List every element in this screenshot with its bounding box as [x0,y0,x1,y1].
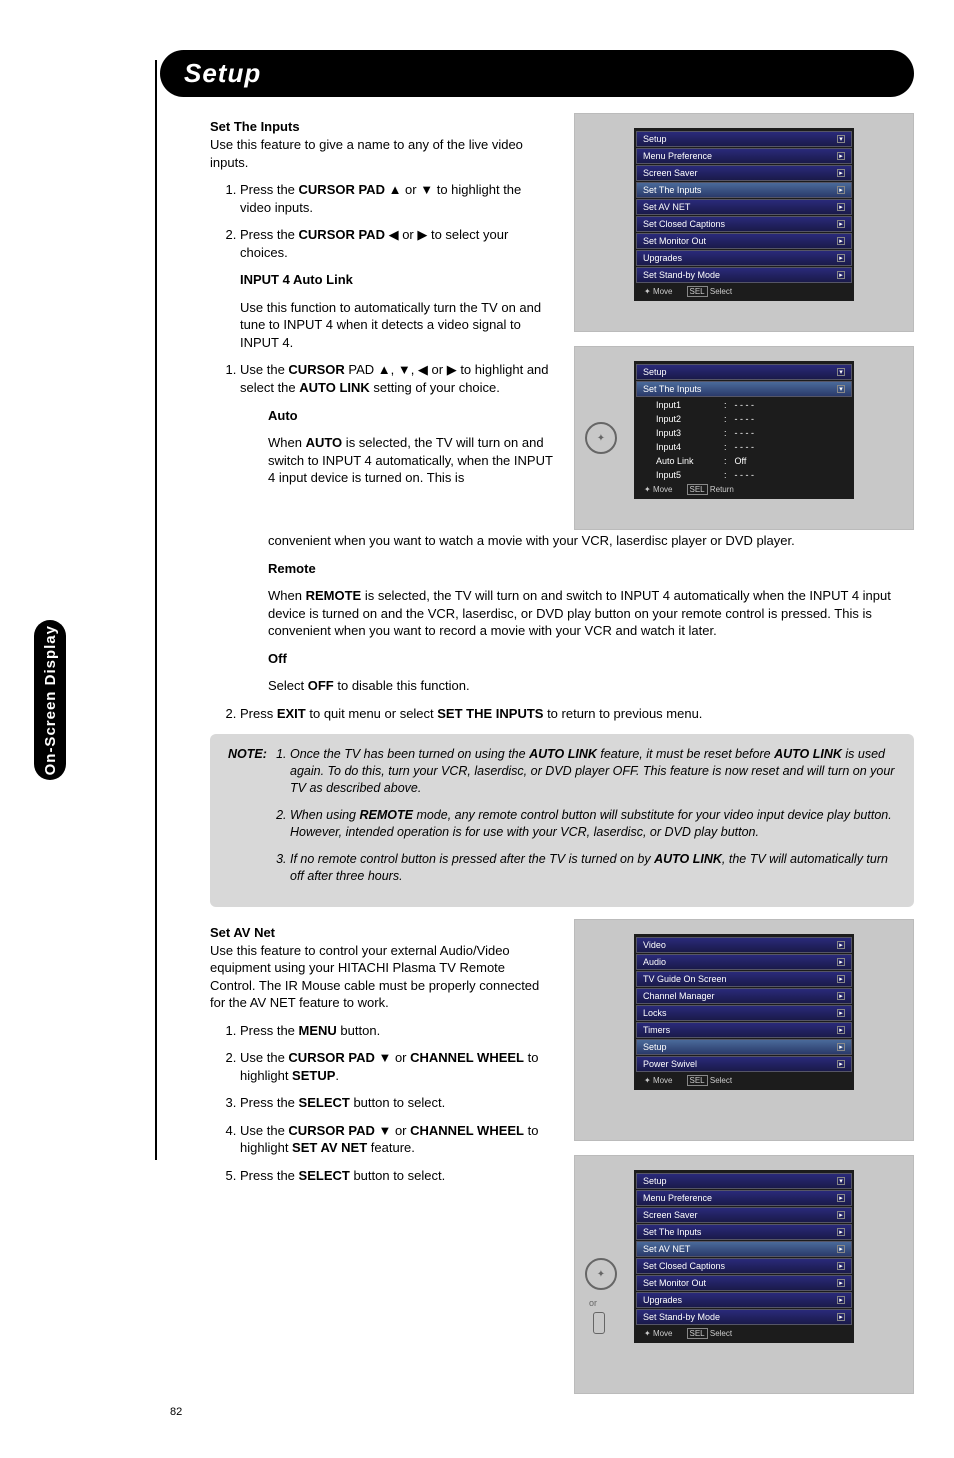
note-box: NOTE: Once the TV has been turned on usi… [210,734,914,906]
step-list: Press the MENU button. Use the CURSOR PA… [240,1022,554,1185]
osd-screenshot: Setup▾ Menu Preference▸Screen Saver▸Set … [574,113,914,332]
side-tab: On-Screen Display [34,620,66,780]
menu-row: Menu Preference▸ [636,1190,852,1206]
menu-row: Menu Preference▸ [636,148,852,164]
list-item: Use the CURSOR PAD ▼ or CHANNEL WHEEL to… [240,1122,554,1157]
note-item: If no remote control button is pressed a… [290,851,896,885]
sub-heading: INPUT 4 Auto Link [240,272,353,287]
list-item: Press the CURSOR PAD ▲ or ▼ to highlight… [240,181,554,216]
menu-row: Input4:- - - - [636,440,852,454]
menu-row: Screen Saver▸ [636,165,852,181]
note-item: When using REMOTE mode, any remote contr… [290,807,896,841]
menu-row: Power Swivel▸ [636,1056,852,1072]
body-text: When AUTO is selected, the TV will turn … [268,434,554,487]
step-list: Press EXIT to quit menu or select SET TH… [240,705,914,723]
or-label: or [589,1298,597,1308]
menu-row: Timers▸ [636,1022,852,1038]
list-item: Use the CURSOR PAD ▼ or CHANNEL WHEEL to… [240,1049,554,1084]
menu-row: Input3:- - - - [636,426,852,440]
list-item: Press EXIT to quit menu or select SET TH… [240,705,914,723]
page-number: 82 [170,1406,914,1418]
note-label: NOTE: [228,746,267,764]
side-tab-label: On-Screen Display [42,625,59,775]
body-text: convenient when you want to watch a movi… [268,532,914,550]
menu-row: Set The Inputs▸ [636,182,852,198]
list-item: Use the CURSOR PAD ▲, ▼, ◀ or ▶ to highl… [240,361,554,396]
menu-row: Upgrades▸ [636,250,852,266]
wheel-icon [593,1312,605,1334]
menu-row: TV Guide On Screen▸ [636,971,852,987]
menu-row: Setup▸ [636,1039,852,1055]
menu-row: Audio▸ [636,954,852,970]
list-item: Press the SELECT button to select. [240,1167,554,1185]
menu-row: Auto Link:Off [636,454,852,468]
menu-row: Set Monitor Out▸ [636,233,852,249]
body-text: Select OFF to disable this function. [268,677,914,695]
page-title: Setup [184,58,890,89]
menu-row: Video▸ [636,937,852,953]
menu-row: Input2:- - - - [636,412,852,426]
menu-row: Set Monitor Out▸ [636,1275,852,1291]
menu-row: Set The Inputs▸ [636,1224,852,1240]
step-list: Use the CURSOR PAD ▲, ▼, ◀ or ▶ to highl… [240,361,554,396]
chapter-header: Setup [160,50,914,97]
list-item: Press the SELECT button to select. [240,1094,554,1112]
osd-screenshot: Video▸Audio▸TV Guide On Screen▸Channel M… [574,919,914,1141]
osd-screenshot: ✦ Setup▾ Set The Inputs▾ Input1:- - - -I… [574,346,914,530]
option-heading: Off [268,651,287,666]
vertical-rule [155,60,157,1160]
list-item: Press the CURSOR PAD ◀ or ▶ to select yo… [240,226,554,261]
step-list: Press the CURSOR PAD ▲ or ▼ to highlight… [240,181,554,261]
menu-row: Set Stand-by Mode▸ [636,1309,852,1325]
body-text: Use this function to automatically turn … [240,299,554,352]
dpad-icon: ✦ [585,422,617,454]
dpad-icon: ✦ [585,1258,617,1290]
body-text: Use this feature to control your externa… [210,942,554,1012]
body-text: When REMOTE is selected, the TV will tur… [268,587,914,640]
option-heading: Auto [268,408,298,423]
section-heading: Set The Inputs [210,119,554,134]
section-heading: Set AV Net [210,925,554,940]
menu-row: Screen Saver▸ [636,1207,852,1223]
body-text: Use this feature to give a name to any o… [210,136,554,171]
menu-row: Input5:- - - - [636,468,852,482]
menu-row: Set AV NET▸ [636,199,852,215]
menu-row: Set Closed Captions▸ [636,1258,852,1274]
menu-row: Input1:- - - - [636,398,852,412]
list-item: Press the MENU button. [240,1022,554,1040]
menu-row: Upgrades▸ [636,1292,852,1308]
menu-row: Set Closed Captions▸ [636,216,852,232]
option-heading: Remote [268,561,316,576]
osd-screenshot: ✦ or Setup▾ Menu Preference▸Screen Saver… [574,1155,914,1394]
menu-row: Set AV NET▸ [636,1241,852,1257]
menu-row: Locks▸ [636,1005,852,1021]
menu-row: Set Stand-by Mode▸ [636,267,852,283]
menu-row: Channel Manager▸ [636,988,852,1004]
note-item: Once the TV has been turned on using the… [290,746,896,797]
